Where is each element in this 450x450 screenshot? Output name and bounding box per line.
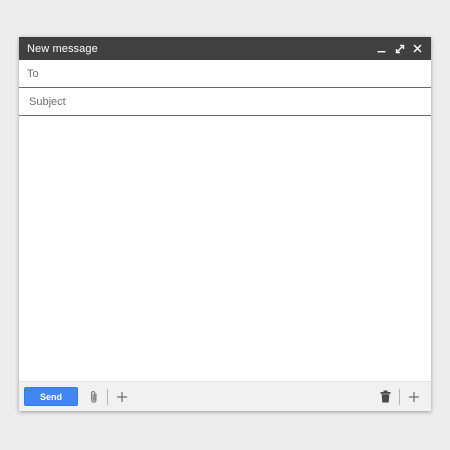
toolbar-divider [107,388,108,405]
to-input[interactable] [44,66,431,81]
close-icon[interactable] [412,43,423,54]
message-body-input[interactable] [19,116,431,381]
trash-icon[interactable] [377,389,393,405]
compose-title: New message [27,42,98,55]
paperclip-icon[interactable] [86,389,102,405]
compose-window: New message To Subject Send [19,37,431,411]
expand-icon[interactable] [394,43,405,54]
subject-input[interactable] [27,94,431,109]
message-body[interactable] [19,116,431,381]
toolbar-divider [399,388,400,405]
compose-toolbar: Send [19,381,431,411]
to-field[interactable]: To [19,60,431,88]
plus-icon[interactable] [406,389,422,405]
subject-field[interactable] [19,88,431,116]
to-label: To [27,67,39,80]
minimize-icon[interactable] [376,43,387,54]
send-button[interactable]: Send [24,387,78,406]
window-controls [376,43,423,54]
compose-titlebar[interactable]: New message [19,37,431,60]
plus-icon[interactable] [114,389,130,405]
